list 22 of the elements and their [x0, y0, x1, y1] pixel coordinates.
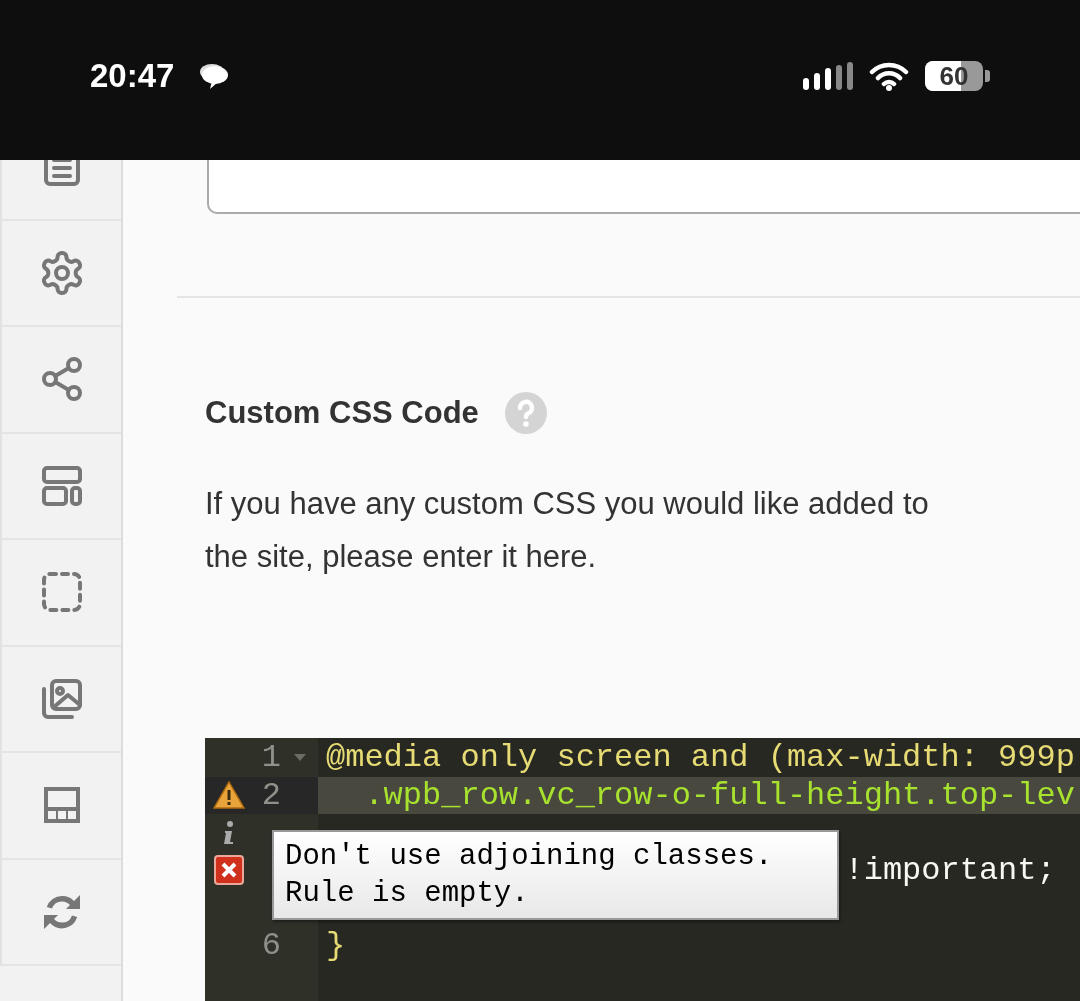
info-icon — [222, 819, 236, 846]
description-line: If you have any custom CSS you would like added to — [205, 484, 930, 523]
warning-icon — [213, 781, 245, 810]
code-line: } — [326, 926, 346, 964]
battery-level: 60 — [939, 63, 969, 89]
signal-icon — [803, 62, 855, 90]
lint-message: Rule is empty. — [285, 876, 530, 912]
error-icon — [214, 855, 244, 886]
line-number: 6 — [261, 926, 281, 964]
description-line: the site, please enter it here. — [205, 537, 598, 576]
battery-cap-icon — [985, 70, 990, 82]
line-number: 1 — [261, 739, 281, 777]
code-line: @media only screen and (max-width: 999p — [326, 739, 1075, 776]
chat-bubble-icon — [198, 61, 231, 91]
section-title: Custom CSS Code — [205, 394, 479, 432]
clock-time: 20:47 — [90, 56, 175, 97]
wifi-icon — [869, 61, 909, 91]
code-line: !important; — [844, 851, 1056, 889]
line-number: 2 — [261, 776, 281, 814]
code-line: .wpb_row.vc_row-o-full-height.top-lev — [364, 776, 1075, 814]
lint-message: Don't use adjoining classes. — [285, 839, 774, 875]
fold-caret-icon[interactable] — [293, 753, 306, 762]
